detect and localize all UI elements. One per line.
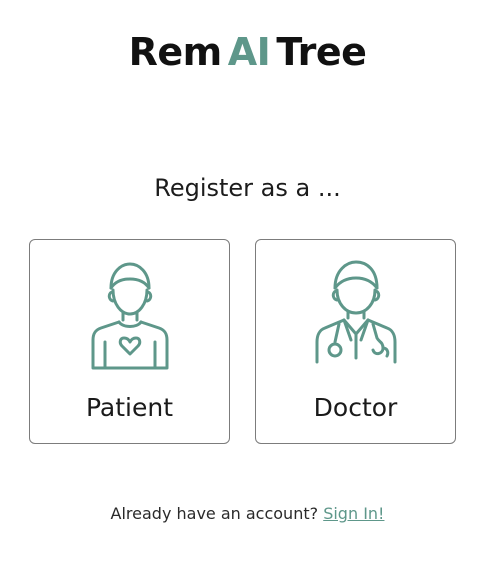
patient-label: Patient: [85, 393, 174, 422]
register-heading: Register as a ...: [154, 174, 341, 202]
signin-prompt-row: Already have an account? Sign In!: [0, 502, 495, 526]
patient-role-card[interactable]: Patient: [29, 239, 230, 444]
doctor-role-card[interactable]: Doctor: [255, 239, 456, 444]
patient-icon: [75, 258, 185, 372]
logo-suffix: Tree: [276, 30, 367, 74]
signin-prompt-text: Already have an account?: [110, 504, 319, 523]
app-logo: Rem AI Tree: [0, 30, 495, 74]
logo-prefix: Rem: [128, 30, 223, 74]
doctor-label: Doctor: [313, 393, 398, 422]
doctor-icon: [301, 258, 411, 372]
signin-link[interactable]: Sign In!: [323, 504, 384, 523]
logo-accent: AI: [227, 30, 271, 74]
